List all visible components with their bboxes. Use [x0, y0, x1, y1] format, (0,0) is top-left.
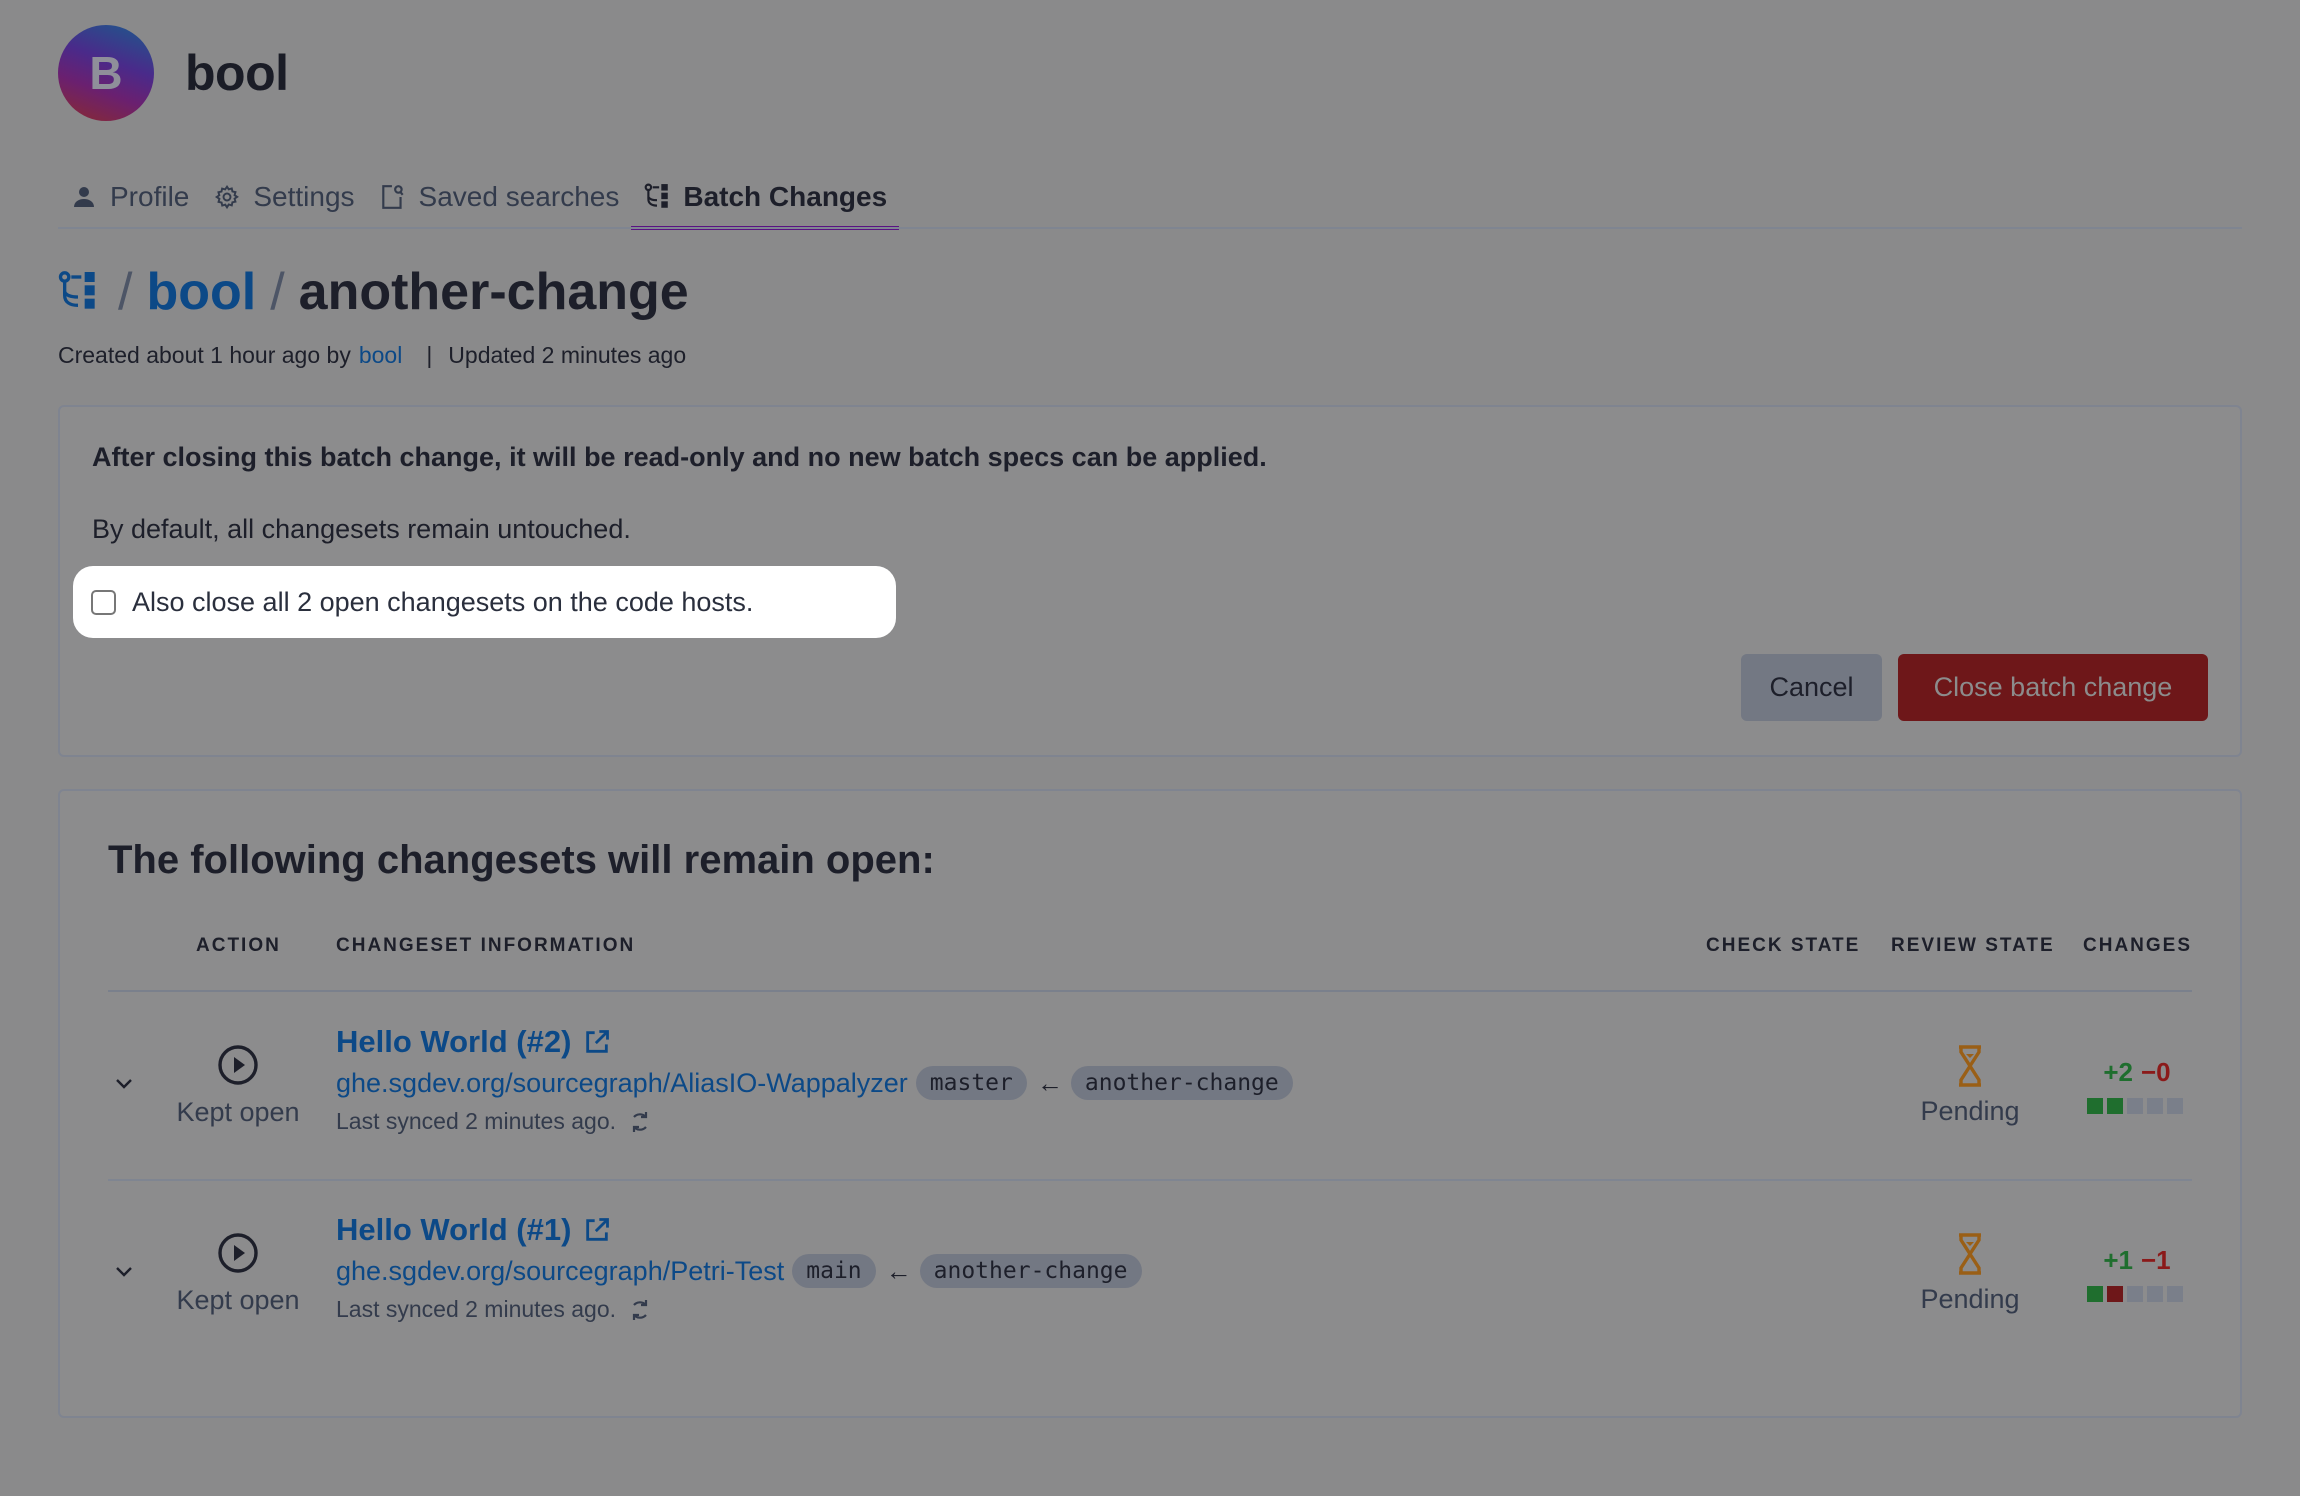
diffstat-blocks — [2087, 1098, 2187, 1114]
lines-added: +1 — [2103, 1245, 2133, 1275]
close-batch-change-button[interactable]: Close batch change — [1898, 654, 2208, 721]
page-title: another-change — [298, 263, 689, 321]
review-state-label: Pending — [1920, 1284, 2020, 1314]
breadcrumb: / bool / another-change — [58, 262, 689, 322]
table-header-divider — [108, 990, 2192, 992]
sync-icon[interactable] — [628, 1297, 652, 1323]
arrow-left-icon: ← — [1036, 1067, 1063, 1098]
avatar-initial: B — [89, 47, 123, 99]
tab-saved-searches[interactable]: Saved searches — [367, 165, 632, 229]
diffstat-block-deleted — [2107, 1286, 2123, 1302]
diffstat-block-neutral — [2167, 1098, 2183, 1114]
review-state-label: Pending — [1920, 1096, 2020, 1126]
review-state: Pending — [1890, 1045, 2050, 1127]
last-synced-text: Last synced 2 minutes ago. — [336, 1296, 616, 1322]
column-header-changes: CHANGES — [2083, 935, 2193, 956]
close-changesets-label[interactable]: Also close all 2 open changesets on the … — [132, 587, 753, 618]
last-synced-text: Last synced 2 minutes ago. — [336, 1108, 616, 1134]
diffstat-block-added — [2087, 1098, 2103, 1114]
user-title: bool — [185, 45, 289, 101]
repo-link[interactable]: ghe.sgdev.org/sourcegraph/AliasIO-Wappal… — [336, 1068, 908, 1099]
breadcrumb-separator: / — [270, 263, 285, 321]
play-circle-icon — [217, 1044, 259, 1091]
diffstat-block-neutral — [2127, 1286, 2143, 1302]
tab-label: Saved searches — [418, 181, 620, 212]
sync-icon[interactable] — [628, 1109, 652, 1135]
changeset-title-link[interactable]: Hello World (#1) — [336, 1212, 571, 1248]
diffstat-block-neutral — [2147, 1098, 2163, 1114]
hourglass-icon — [1957, 1233, 1983, 1280]
changeset-info: Hello World (#1) ghe.sgdev.org/sourcegra… — [336, 1212, 1142, 1323]
chevron-down-icon — [115, 1265, 133, 1283]
diffstat-block-added — [2107, 1098, 2123, 1114]
gear-icon — [213, 183, 241, 211]
changeset-info: Hello World (#2) ghe.sgdev.org/sourcegra… — [336, 1024, 1293, 1135]
column-header-action: ACTION — [196, 935, 281, 956]
tab-label: Batch Changes — [683, 181, 888, 212]
close-changesets-option[interactable]: Also close all 2 open changesets on the … — [73, 566, 896, 638]
repo-link[interactable]: ghe.sgdev.org/sourcegraph/Petri-Test — [336, 1256, 784, 1287]
author-link[interactable]: bool — [359, 342, 402, 369]
expand-row-toggle[interactable] — [112, 1262, 136, 1286]
row-action: Kept open — [163, 1044, 313, 1128]
tabs-divider — [58, 227, 2242, 229]
arrow-left-icon: ← — [885, 1255, 912, 1286]
tab-batch-changes[interactable]: Batch Changes — [631, 165, 899, 230]
saved-search-icon — [379, 183, 407, 211]
action-label: Kept open — [176, 1285, 300, 1315]
review-state: Pending — [1890, 1233, 2050, 1315]
tab-label: Settings — [253, 181, 355, 212]
diffstat: +2 −0 — [2087, 1057, 2187, 1114]
column-header-review-state: REVIEW STATE — [1891, 935, 2055, 956]
lines-added: +2 — [2103, 1057, 2133, 1087]
base-branch-badge: main — [792, 1254, 876, 1288]
batch-changes-icon[interactable] — [58, 270, 98, 314]
diffstat: +1 −1 — [2087, 1245, 2187, 1302]
batch-change-meta: Created about 1 hour ago by bool | Updat… — [58, 342, 686, 369]
breadcrumb-separator: / — [118, 263, 133, 321]
diffstat-blocks — [2087, 1286, 2187, 1302]
tab-label: Profile — [110, 181, 190, 212]
column-header-check-state: CHECK STATE — [1706, 935, 1861, 956]
diffstat-block-neutral — [2167, 1286, 2183, 1302]
diffstat-block-neutral — [2147, 1286, 2163, 1302]
updated-text: Updated 2 minutes ago — [448, 342, 687, 368]
diffstat-block-neutral — [2127, 1098, 2143, 1114]
changeset-title-link[interactable]: Hello World (#2) — [336, 1024, 571, 1060]
hourglass-icon — [1957, 1045, 1983, 1092]
close-warning-text: After closing this batch change, it will… — [92, 442, 1267, 472]
expand-row-toggle[interactable] — [112, 1074, 136, 1098]
tab-profile[interactable]: Profile — [58, 165, 201, 229]
external-link-icon[interactable] — [583, 1216, 611, 1244]
play-circle-icon — [217, 1232, 259, 1279]
chevron-down-icon — [115, 1077, 133, 1095]
base-branch-badge: master — [915, 1066, 1027, 1100]
user-icon — [70, 183, 98, 211]
row-action: Kept open — [163, 1232, 313, 1316]
breadcrumb-namespace-link[interactable]: bool — [146, 262, 256, 322]
cancel-button[interactable]: Cancel — [1741, 654, 1882, 721]
head-branch-badge: another-change — [919, 1254, 1142, 1288]
user-nav-tabs: Profile Settings Saved searches Batch Ch… — [58, 165, 899, 230]
action-label: Kept open — [176, 1097, 300, 1127]
row-divider — [108, 1179, 2192, 1181]
column-header-changeset-info: CHANGESET INFORMATION — [336, 935, 636, 956]
meta-separator: | — [426, 342, 433, 368]
external-link-icon[interactable] — [583, 1028, 611, 1056]
batch-changes-icon — [643, 183, 671, 211]
close-changesets-checkbox[interactable] — [91, 589, 116, 615]
changesets-section-title: The following changesets will remain ope… — [108, 838, 935, 882]
lines-deleted: −1 — [2141, 1245, 2171, 1275]
tab-settings[interactable]: Settings — [201, 165, 366, 229]
close-note-text: By default, all changesets remain untouc… — [92, 514, 631, 544]
lines-deleted: −0 — [2141, 1057, 2171, 1087]
avatar: B — [58, 25, 154, 121]
created-text: Created about 1 hour ago by — [58, 342, 351, 368]
diffstat-block-added — [2087, 1286, 2103, 1302]
head-branch-badge: another-change — [1070, 1066, 1293, 1100]
